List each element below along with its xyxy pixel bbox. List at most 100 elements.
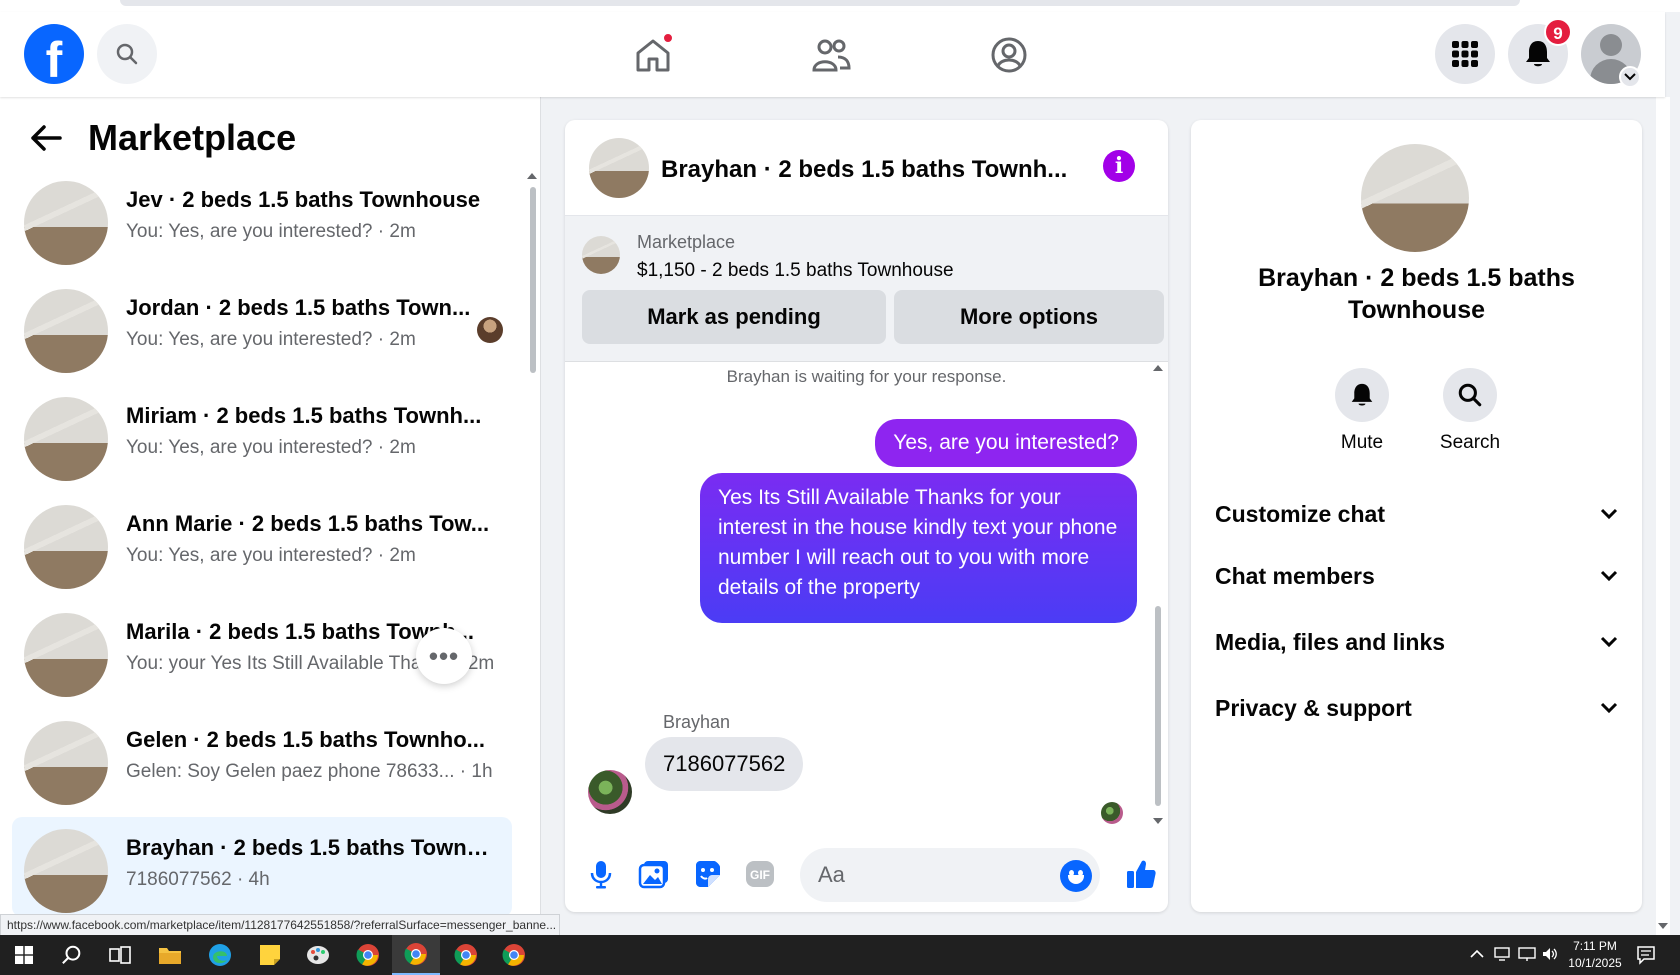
- chat-header: Brayhan · 2 beds 1.5 baths Townh... i: [565, 120, 1168, 216]
- sender-avatar[interactable]: [588, 770, 632, 814]
- conversation-name: Ann Marie · 2 beds 1.5 baths Tow...: [126, 511, 490, 536]
- media-files-links-section[interactable]: Media, files and links: [1215, 620, 1618, 664]
- outgoing-message[interactable]: Yes Its Still Available Thanks for your …: [700, 473, 1137, 623]
- friends-nav-button[interactable]: [808, 32, 854, 78]
- task-view-button[interactable]: [96, 935, 144, 975]
- home-notification-dot: [662, 32, 674, 44]
- incoming-message[interactable]: 7186077562: [645, 737, 804, 791]
- privacy-support-section[interactable]: Privacy & support: [1215, 686, 1618, 730]
- mute-label: Mute: [1340, 432, 1384, 453]
- emoji-icon[interactable]: [1060, 860, 1092, 892]
- grid-menu-icon: [1452, 41, 1478, 67]
- avatar-head: [1600, 34, 1622, 56]
- scroll-up-arrow[interactable]: [527, 171, 537, 179]
- section-label: Media, files and links: [1215, 628, 1446, 655]
- conversation-preview: Gelen: Soy Gelen paez phone 78633... · 1…: [126, 761, 493, 782]
- file-explorer-button[interactable]: [146, 935, 194, 975]
- thumbs-up-icon: [1127, 860, 1156, 888]
- conversation-large-thumbnail[interactable]: [1361, 144, 1469, 252]
- sender-name: Brayhan: [663, 712, 731, 732]
- facebook-logo[interactable]: f: [24, 24, 84, 84]
- search-action[interactable]: Search: [1430, 368, 1510, 454]
- waiting-notice: Brayhan is waiting for your response.: [726, 367, 1007, 386]
- mark-as-pending-button[interactable]: Mark as pending: [582, 290, 886, 344]
- chevron-down-icon: [1600, 570, 1618, 582]
- sticker-button[interactable]: [689, 856, 725, 892]
- gif-button[interactable]: GIF: [742, 856, 778, 892]
- menu-button[interactable]: [1435, 24, 1495, 84]
- listing-thumbnail: [24, 721, 108, 805]
- chat-scroll-down-arrow[interactable]: [1153, 818, 1163, 826]
- paint-app-button[interactable]: [294, 935, 342, 975]
- search-icon: [1458, 383, 1482, 407]
- palette-icon: [307, 946, 329, 964]
- chrome-window-3-button[interactable]: [442, 935, 490, 975]
- bell-icon: [1351, 383, 1373, 406]
- page-scrollbar[interactable]: [1656, 97, 1670, 935]
- browser-strip: [0, 0, 1680, 12]
- start-button[interactable]: [0, 935, 48, 975]
- chrome-window-1-button[interactable]: [344, 935, 392, 975]
- gif-icon: GIF: [746, 861, 774, 887]
- chat-scroll-thumb[interactable]: [1155, 606, 1161, 806]
- home-nav-button[interactable]: [630, 32, 676, 78]
- listing-price-title[interactable]: $1,150 - 2 beds 1.5 baths Townhouse: [637, 260, 954, 282]
- marketplace-conversation-list: Marketplace Jev · 2 beds 1.5 baths Townh…: [0, 97, 541, 935]
- like-button[interactable]: [1123, 856, 1159, 892]
- conversation-item-active[interactable]: Brayhan · 2 beds 1.5 baths Townh... 7186…: [12, 817, 512, 917]
- notification-center-icon[interactable]: [1636, 945, 1656, 968]
- conversation-item[interactable]: Gelen · 2 beds 1.5 baths Townho... Gelen…: [12, 709, 512, 809]
- conversation-item[interactable]: Jev · 2 beds 1.5 baths Townhouse You: Ye…: [12, 169, 512, 269]
- volume-icon[interactable]: [1542, 947, 1558, 964]
- chat-listing-thumbnail[interactable]: [589, 138, 649, 198]
- listing-thumbnail: [24, 613, 108, 697]
- conversation-list-scrollbar[interactable]: [530, 187, 536, 373]
- chrome-icon: [502, 944, 525, 966]
- sticky-note-icon: [260, 945, 280, 965]
- conversation-item[interactable]: Miriam · 2 beds 1.5 baths Townh... You: …: [12, 385, 512, 485]
- customize-chat-section[interactable]: Customize chat: [1215, 492, 1618, 536]
- tray-chevron-up-icon[interactable]: [1470, 947, 1484, 962]
- photo-icon: [638, 861, 668, 889]
- chat-scrollbar[interactable]: [1153, 365, 1163, 824]
- conversation-item[interactable]: Ann Marie · 2 beds 1.5 baths Tow... You:…: [12, 493, 512, 593]
- chat-title[interactable]: Brayhan · 2 beds 1.5 baths Townh...: [661, 156, 1067, 184]
- attach-photo-button[interactable]: [636, 856, 672, 892]
- search-in-conversation-button[interactable]: [1443, 368, 1497, 422]
- info-icon[interactable]: i: [1103, 150, 1135, 182]
- conversation-item[interactable]: Jordan · 2 beds 1.5 baths Town... You: Y…: [12, 277, 512, 377]
- back-arrow-icon[interactable]: [30, 124, 62, 152]
- conversation-more-options-button[interactable]: •••: [416, 628, 472, 684]
- account-menu-chevron[interactable]: [1619, 66, 1641, 88]
- edge-icon: [209, 944, 231, 966]
- conversation-name: Miriam · 2 beds 1.5 baths Townh...: [126, 403, 482, 428]
- message-input[interactable]: [800, 848, 1100, 902]
- chrome-window-4-button[interactable]: [490, 935, 538, 975]
- edge-browser-button[interactable]: [196, 935, 244, 975]
- tray-device-icon[interactable]: [1494, 947, 1510, 964]
- groups-nav-button[interactable]: [986, 32, 1032, 78]
- search-button[interactable]: [97, 24, 157, 84]
- notifications-button[interactable]: 9: [1508, 18, 1572, 84]
- chevron-down-icon: [1600, 702, 1618, 714]
- listing-thumbnail: [24, 289, 108, 373]
- chat-scroll-up-arrow[interactable]: [1153, 363, 1163, 371]
- mute-button[interactable]: [1335, 368, 1389, 422]
- more-options-button[interactable]: More options: [894, 290, 1164, 344]
- chevron-down-icon: [1600, 636, 1618, 648]
- page-scroll-down-arrow[interactable]: [1658, 923, 1668, 931]
- outgoing-message[interactable]: Yes, are you interested?: [875, 419, 1137, 467]
- taskbar-search-button[interactable]: [48, 935, 96, 975]
- taskbar-clock[interactable]: 7:11 PM 10/1/2025: [1560, 938, 1630, 972]
- chat-members-section[interactable]: Chat members: [1215, 554, 1618, 598]
- chrome-window-2-button[interactable]: [392, 935, 440, 975]
- voice-clip-button[interactable]: [583, 856, 619, 892]
- status-url-bar: https://www.facebook.com/marketplace/ite…: [0, 914, 560, 936]
- listing-banner-thumbnail[interactable]: [582, 236, 620, 274]
- marketplace-header: Marketplace: [30, 117, 296, 159]
- network-icon[interactable]: [1518, 947, 1536, 964]
- mute-action[interactable]: Mute: [1322, 368, 1402, 454]
- sticky-notes-button[interactable]: [246, 935, 294, 975]
- conversation-preview: You: Yes, are you interested? · 2m: [126, 329, 416, 350]
- seen-avatar: [477, 317, 503, 343]
